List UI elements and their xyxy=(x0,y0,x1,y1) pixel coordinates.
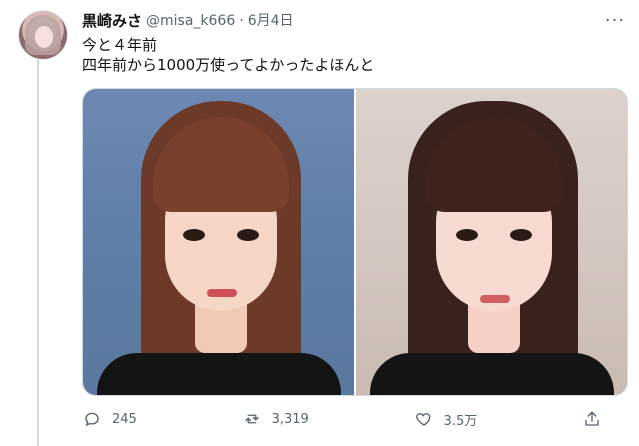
tweet-text: 今と４年前 四年前から1000万使ってよかったよほんと xyxy=(82,35,374,75)
tweet-text-line-2: 四年前から1000万使ってよかったよほんと xyxy=(82,56,375,74)
eye-left xyxy=(456,229,478,241)
tweet-actions: 245 3,319 3.5万 xyxy=(82,404,602,434)
handle[interactable]: @misa_k666 xyxy=(146,11,235,31)
mouth xyxy=(207,289,237,297)
retweet-count: 3,319 xyxy=(271,411,309,427)
more-button[interactable]: ··· xyxy=(600,8,630,32)
like-count: 3.5万 xyxy=(443,413,478,429)
photo-left[interactable] xyxy=(83,89,354,395)
reply-button[interactable]: 245 xyxy=(82,409,137,429)
photo-right[interactable] xyxy=(356,89,627,395)
tweet-text-line-1: 今と４年前 xyxy=(82,36,158,54)
reply-icon xyxy=(82,409,102,429)
thread-line xyxy=(37,60,39,446)
eye-right xyxy=(510,229,532,241)
reply-count: 245 xyxy=(112,411,137,427)
avatar[interactable] xyxy=(18,10,68,60)
heart-icon xyxy=(414,409,434,429)
media-grid xyxy=(82,88,628,396)
share-icon xyxy=(582,409,602,429)
like-button[interactable]: 3.5万 xyxy=(414,409,478,429)
tweet-date[interactable]: 6月4日 xyxy=(248,11,294,31)
eye-right xyxy=(237,229,259,241)
retweet-icon xyxy=(242,409,262,429)
shirt xyxy=(97,353,341,395)
retweet-button[interactable]: 3,319 xyxy=(242,409,309,429)
display-name[interactable]: 黒崎みさ xyxy=(82,11,142,31)
avatar-face xyxy=(35,26,53,48)
separator-dot: · xyxy=(239,13,244,29)
more-horizontal-icon: ··· xyxy=(604,9,626,31)
eye-left xyxy=(183,229,205,241)
shirt xyxy=(370,353,614,395)
share-button[interactable] xyxy=(582,409,602,429)
mouth xyxy=(480,295,510,303)
tweet-header: 黒崎みさ @misa_k666 · 6月4日 xyxy=(82,11,294,31)
